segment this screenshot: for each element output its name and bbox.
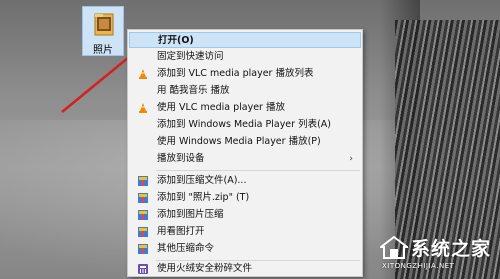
watermark-title: 系统之家 (411, 238, 492, 260)
menu-item-add-to-zip[interactable]: 添加到 "照片.zip" (T) (129, 190, 361, 206)
archive-icon (138, 227, 148, 237)
menu-item-huorong-shred[interactable]: 使用火绒安全粉碎文件 (129, 261, 361, 277)
menu-item-wmp-play[interactable]: 使用 Windows Media Player 播放(P) (129, 134, 361, 150)
vlc-cone-icon (139, 103, 147, 113)
menu-item-vlc-add-playlist[interactable]: 添加到 VLC media player 播放列表 (129, 66, 361, 82)
house-logo-icon (380, 236, 408, 259)
menu-item-cast-to-device[interactable]: 播放到设备 › (129, 151, 361, 167)
archive-icon (138, 244, 148, 254)
archive-icon (138, 176, 148, 186)
menu-separator (156, 170, 360, 171)
shredder-icon (138, 264, 148, 274)
menu-item-open[interactable]: 打开(O) (129, 32, 361, 48)
menu-item-other-compress[interactable]: 其他压缩命令 (129, 241, 361, 257)
menu-item-wmp-add-list[interactable]: 添加到 Windows Media Player 列表(A) (129, 117, 361, 133)
menu-item-pin-quick-access[interactable]: 固定到快速访问 (129, 49, 361, 65)
site-watermark: 系统之家 XITONGZHIJIA.NET (378, 232, 498, 276)
menu-item-image-compress[interactable]: 添加到图片压缩 (129, 207, 361, 223)
submenu-chevron-icon: › (349, 154, 353, 164)
menu-item-vlc-play[interactable]: 使用 VLC media player 播放 (129, 100, 361, 116)
watermark-url: XITONGZHIJIA.NET (382, 262, 455, 270)
archive-icon (138, 210, 148, 220)
context-menu: 打开(O) 固定到快速访问 添加到 VLC media player 播放列表 … (127, 29, 363, 277)
menu-item-open-with-viewer[interactable]: 用看图打开 (129, 224, 361, 240)
menu-item-add-to-archive[interactable]: 添加到压缩文件(A)... (129, 173, 361, 189)
archive-icon (138, 193, 148, 203)
menu-item-kuwo-play[interactable]: 用 酷我音乐 播放 (129, 83, 361, 99)
vlc-cone-icon (139, 69, 147, 79)
